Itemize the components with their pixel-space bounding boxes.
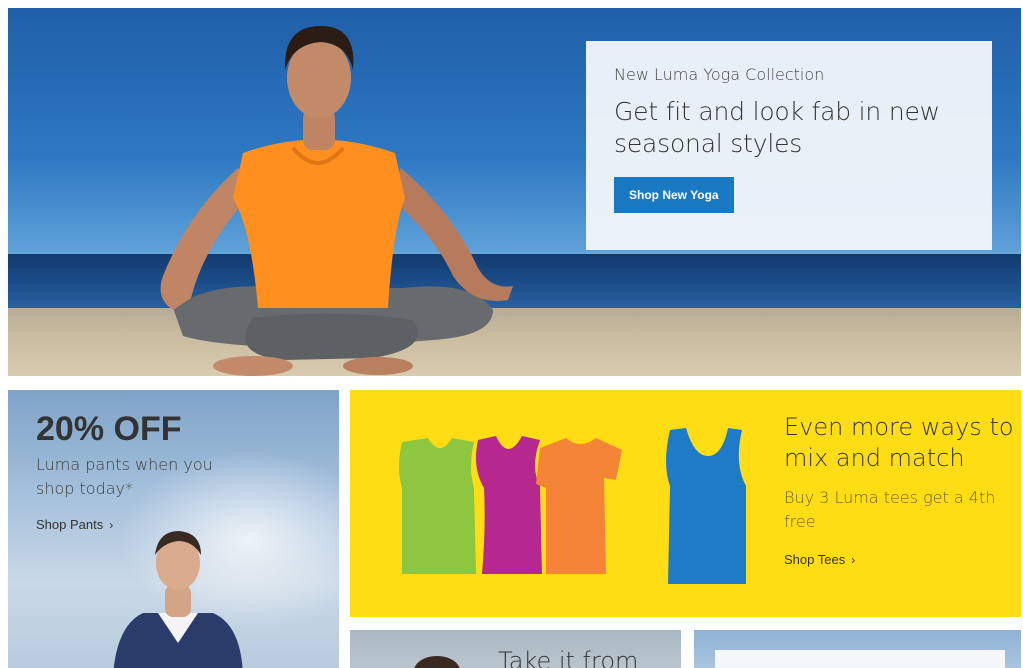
orange-tee-shape [536, 438, 622, 574]
hero-promo-card: New Luma Yoga Collection Get fit and loo… [586, 41, 992, 250]
promo-right-tile[interactable] [694, 630, 1021, 668]
model-hair-image [414, 656, 460, 668]
yoga-model-image [160, 26, 513, 376]
shop-new-yoga-button[interactable]: Shop New Yoga [614, 177, 734, 213]
chevron-right-icon: › [851, 553, 856, 567]
hero-banner[interactable]: New Luma Yoga Collection Get fit and loo… [8, 8, 1021, 376]
promo-pants-tile[interactable]: 20% OFF Luma pants when you shop today* … [8, 390, 339, 668]
shop-tees-label: Shop Tees [784, 552, 846, 567]
promo-take-it-tile[interactable]: Take it from [350, 630, 681, 668]
promo-pants-subtext: Luma pants when you shop today* [36, 455, 213, 498]
pants-model-image [113, 531, 243, 668]
shop-pants-link[interactable]: Shop Pants › [36, 517, 113, 532]
promo-right-card [715, 650, 1005, 668]
blue-tank-shape [666, 428, 746, 584]
green-tank-shape [399, 438, 476, 574]
promo-take-it-headline: Take it from [498, 647, 639, 668]
promo-tees-headline: Even more ways to mix and match [784, 413, 1014, 472]
chevron-right-icon: › [109, 518, 114, 532]
tees-illustration [399, 428, 746, 584]
shop-tees-link[interactable]: Shop Tees › [784, 552, 855, 567]
promo-tees-subtext: Buy 3 Luma tees get a 4th free [784, 488, 996, 531]
magenta-tank-shape [476, 436, 542, 574]
hero-headline: Get fit and look fab in new seasonal sty… [614, 97, 940, 158]
hero-kicker: New Luma Yoga Collection [614, 65, 825, 84]
promo-pants-headline: 20% OFF [36, 410, 182, 448]
promo-pants-text: 20% OFF Luma pants when you shop today* … [36, 410, 226, 534]
shop-pants-label: Shop Pants [36, 517, 104, 532]
promo-tees-text: Even more ways to mix and match Buy 3 Lu… [784, 412, 1014, 569]
promo-tees-tile[interactable]: Even more ways to mix and match Buy 3 Lu… [350, 390, 1021, 617]
